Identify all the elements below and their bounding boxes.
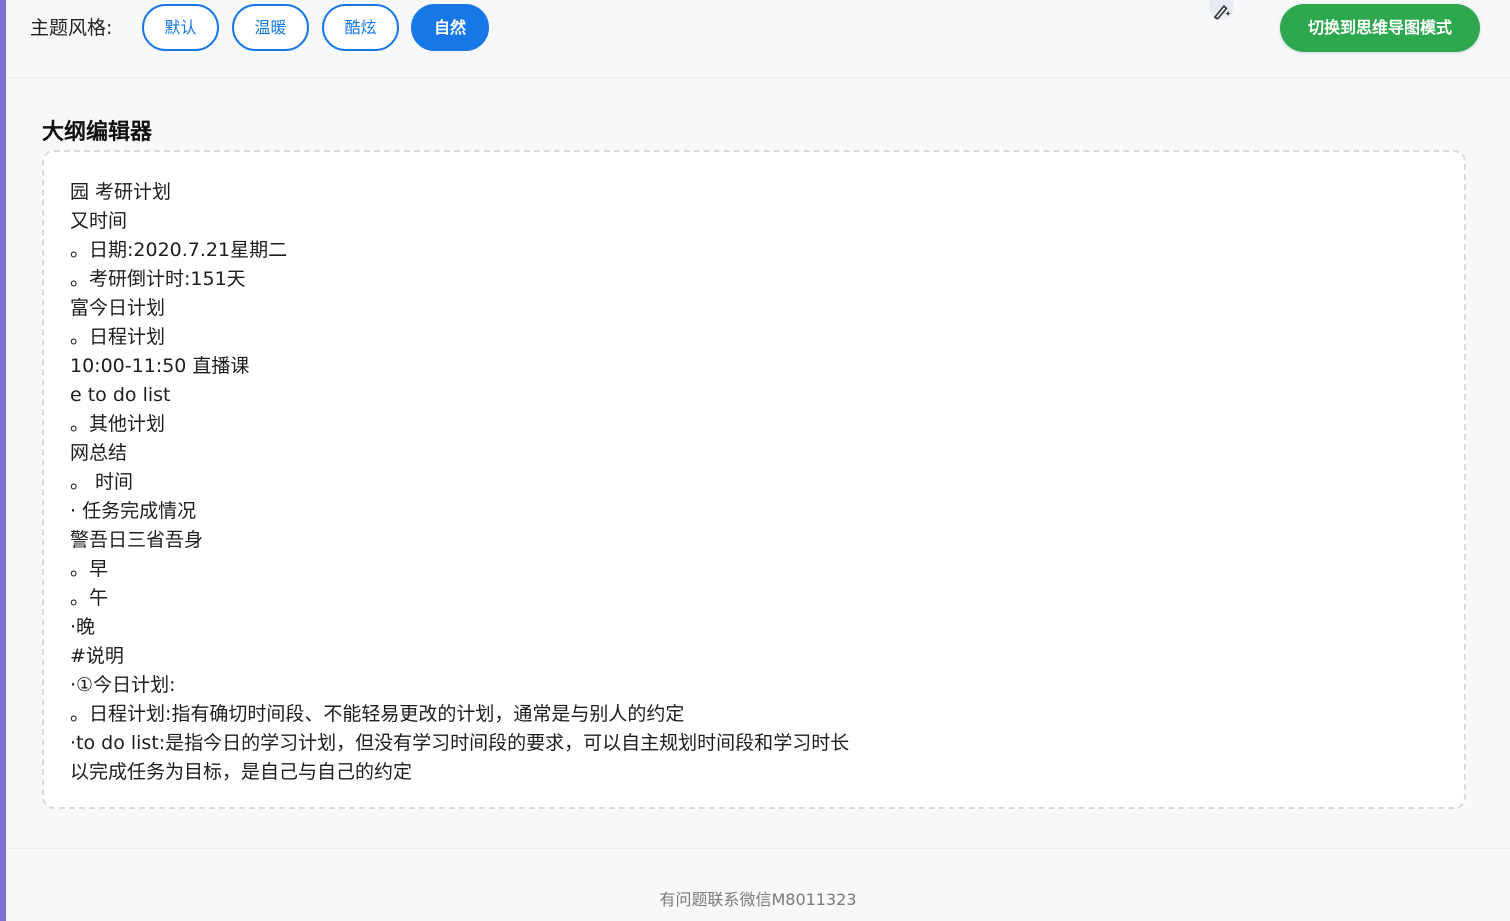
outline-editor-title: 大纲编辑器 — [42, 120, 153, 145]
outline-line[interactable]: ·晚 — [70, 613, 1438, 642]
outline-line[interactable]: e to do list — [70, 381, 1438, 410]
outline-line[interactable]: 。考研倒计时:151天 — [70, 265, 1438, 294]
theme-style-label: 主题风格: — [30, 17, 113, 39]
outline-editor[interactable]: 园 考研计划 又时间 。日期:2020.7.21星期二 。考研倒计时:151天 … — [42, 150, 1466, 809]
theme-toolbar: 主题风格: 默认 温暖 酷炫 自然 切换到思维导图模式 — [6, 0, 1510, 78]
outline-line[interactable]: 网总结 — [70, 439, 1438, 468]
outline-line[interactable]: ·①今日计划: — [70, 671, 1438, 700]
outline-line[interactable]: 警吾日三省吾身 — [70, 526, 1438, 555]
footer-contact: 有问题联系微信M8011323 — [659, 890, 857, 909]
outline-line[interactable]: 园 考研计划 — [70, 178, 1438, 207]
outline-line[interactable]: 。日程计划 — [70, 323, 1438, 352]
outline-line[interactable]: ·to do list:是指今日的学习计划，但没有学习时间段的要求，可以自主规划… — [70, 729, 1438, 758]
pen-sparkle-icon[interactable] — [1209, 0, 1233, 20]
theme-default-button[interactable]: 默认 — [142, 4, 219, 51]
outline-line[interactable]: 。日期:2020.7.21星期二 — [70, 236, 1438, 265]
outline-line[interactable]: 以完成任务为目标，是自己与自己的约定 — [70, 758, 1438, 787]
footer-divider — [6, 848, 1510, 849]
outline-line[interactable]: 。早 — [70, 555, 1438, 584]
outline-line[interactable]: 。午 — [70, 584, 1438, 613]
outline-line[interactable]: 。 时间 — [70, 468, 1438, 497]
outline-line[interactable]: #说明 — [70, 642, 1438, 671]
outline-line[interactable]: 富今日计划 — [70, 294, 1438, 323]
outline-line[interactable]: 又时间 — [70, 207, 1438, 236]
theme-cool-button[interactable]: 酷炫 — [322, 4, 399, 51]
switch-to-mindmap-button[interactable]: 切换到思维导图模式 — [1280, 4, 1480, 52]
outline-line[interactable]: 10:00-11:50 直播课 — [70, 352, 1438, 381]
outline-line[interactable]: 。日程计划:指有确切时间段、不能轻易更改的计划，通常是与别人的约定 — [70, 700, 1438, 729]
outline-line[interactable]: 。其他计划 — [70, 410, 1438, 439]
app-frame: 主题风格: 默认 温暖 酷炫 自然 切换到思维导图模式 大纲编辑器 园 考研计划… — [6, 0, 1510, 921]
theme-nature-button[interactable]: 自然 — [411, 4, 489, 51]
outline-line[interactable]: · 任务完成情况 — [70, 497, 1438, 526]
theme-warm-button[interactable]: 温暖 — [232, 4, 309, 51]
